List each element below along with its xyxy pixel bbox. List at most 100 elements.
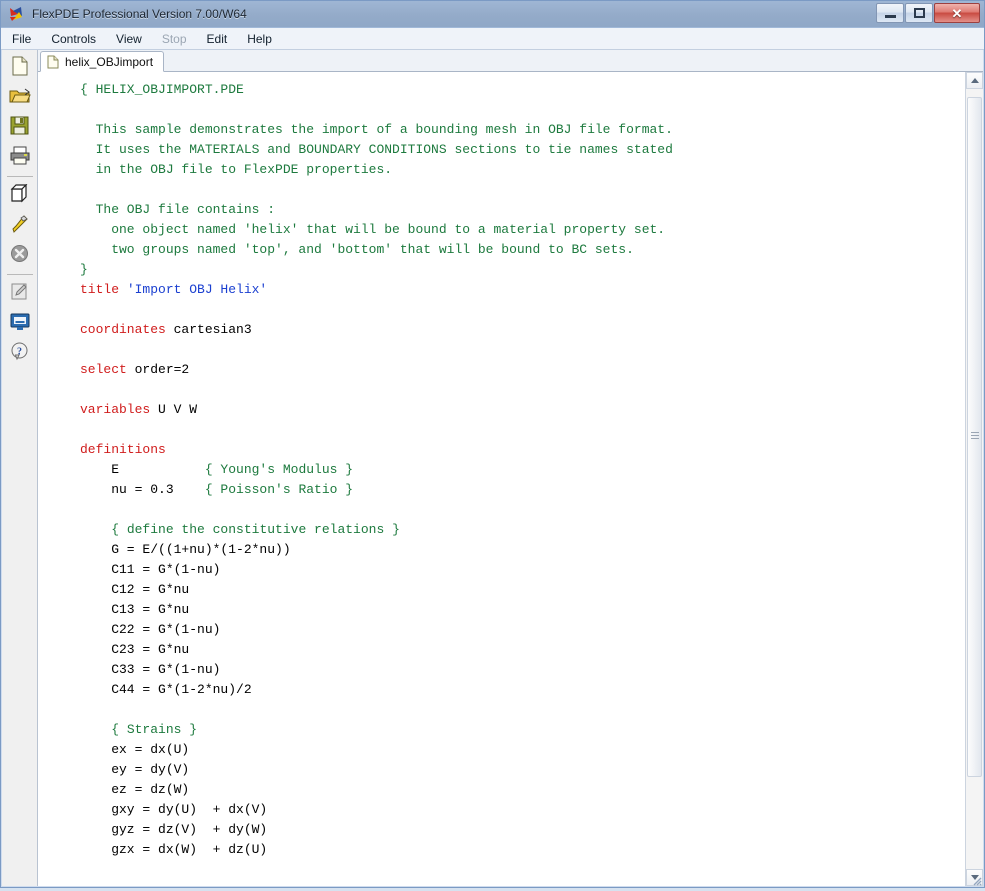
code-token: { HELIX_OBJIMPORT.PDE bbox=[80, 82, 244, 97]
code-line: gxy = dy(U) + dx(V) bbox=[80, 800, 673, 820]
code-line: It uses the MATERIALS and BOUNDARY CONDI… bbox=[80, 140, 673, 160]
save-button[interactable] bbox=[5, 114, 35, 142]
code-token: { define the constitutive relations } bbox=[111, 522, 400, 537]
code-line: ex = dx(U) bbox=[80, 740, 673, 760]
code-token: C12 = G*nu bbox=[80, 582, 189, 597]
open-folder-icon bbox=[9, 87, 31, 110]
print-button[interactable] bbox=[5, 144, 35, 172]
code-token: The OBJ file contains : bbox=[80, 202, 275, 217]
code-token: cartesian3 bbox=[174, 322, 252, 337]
code-line: gyz = dz(V) + dy(W) bbox=[80, 820, 673, 840]
code-token: { Poisson's Ratio } bbox=[205, 482, 353, 497]
code-token: C33 = G*(1-nu) bbox=[80, 662, 220, 677]
code-line: E { Young's Modulus } bbox=[80, 460, 673, 480]
editor-panel: helix_OBJimport { HELIX_OBJIMPORT.PDE Th… bbox=[38, 50, 983, 886]
code-token: variables bbox=[80, 402, 158, 417]
vertical-scrollbar[interactable] bbox=[965, 72, 983, 886]
run-button[interactable] bbox=[5, 212, 35, 240]
code-line bbox=[80, 700, 673, 720]
save-disk-icon bbox=[10, 116, 29, 140]
code-token: ex = dx(U) bbox=[80, 742, 189, 757]
scroll-up-button[interactable] bbox=[966, 72, 983, 89]
toolbar-separator-2 bbox=[7, 274, 33, 275]
stop-button[interactable] bbox=[5, 242, 35, 270]
minimize-icon bbox=[885, 15, 896, 18]
code-line: G = E/((1+nu)*(1-2*nu)) bbox=[80, 540, 673, 560]
resize-grip[interactable] bbox=[970, 873, 982, 885]
domain-review-button[interactable] bbox=[5, 182, 35, 210]
code-line: C44 = G*(1-2*nu)/2 bbox=[80, 680, 673, 700]
tab-label: helix_OBJimport bbox=[65, 55, 153, 69]
code-line bbox=[80, 380, 673, 400]
tab-helix-objimport[interactable]: helix_OBJimport bbox=[40, 51, 164, 72]
close-button[interactable]: ✕ bbox=[934, 3, 980, 23]
help-question-icon: ? bbox=[10, 342, 29, 366]
menu-item-help[interactable]: Help bbox=[238, 30, 281, 48]
left-toolbar: ? bbox=[2, 50, 38, 886]
code-token: U V W bbox=[158, 402, 197, 417]
code-line: { Strains } bbox=[80, 720, 673, 740]
code-line: The OBJ file contains : bbox=[80, 200, 673, 220]
code-content: { HELIX_OBJIMPORT.PDE This sample demons… bbox=[80, 80, 673, 860]
help-button[interactable]: ? bbox=[5, 340, 35, 368]
code-line: coordinates cartesian3 bbox=[80, 320, 673, 340]
toolbar-separator bbox=[7, 176, 33, 177]
code-token: coordinates bbox=[80, 322, 174, 337]
code-token: gzx = dx(W) + dz(U) bbox=[80, 842, 267, 857]
code-token: gxy = dy(U) + dx(V) bbox=[80, 802, 267, 817]
menu-item-file[interactable]: File bbox=[3, 30, 40, 48]
code-token: 'Import OBJ Helix' bbox=[127, 282, 267, 297]
code-line: C23 = G*nu bbox=[80, 640, 673, 660]
code-line bbox=[80, 500, 673, 520]
code-token bbox=[80, 522, 111, 537]
close-icon: ✕ bbox=[952, 7, 963, 20]
code-token: It uses the MATERIALS and BOUNDARY CONDI… bbox=[80, 142, 673, 157]
code-token: in the OBJ file to FlexPDE properties. bbox=[80, 162, 392, 177]
code-token: } bbox=[80, 262, 88, 277]
application-window: FlexPDE Professional Version 7.00/W64 ✕ … bbox=[0, 0, 985, 888]
code-token: This sample demonstrates the import of a… bbox=[80, 122, 673, 137]
code-token: order=2 bbox=[135, 362, 190, 377]
open-file-button[interactable] bbox=[5, 84, 35, 112]
code-token: two groups named 'top', and 'bottom' tha… bbox=[80, 242, 634, 257]
menu-item-stop: Stop bbox=[153, 30, 196, 48]
code-line: C11 = G*(1-nu) bbox=[80, 560, 673, 580]
code-line: C22 = G*(1-nu) bbox=[80, 620, 673, 640]
monitor-icon bbox=[10, 312, 30, 336]
code-line: select order=2 bbox=[80, 360, 673, 380]
scroll-up-icon bbox=[971, 78, 979, 83]
code-line bbox=[80, 340, 673, 360]
code-line: gzx = dx(W) + dz(U) bbox=[80, 840, 673, 860]
code-token: definitions bbox=[80, 442, 166, 457]
minimize-button[interactable] bbox=[876, 3, 904, 23]
svg-text:?: ? bbox=[17, 347, 22, 358]
maximize-button[interactable] bbox=[905, 3, 933, 23]
menu-item-view[interactable]: View bbox=[107, 30, 151, 48]
lightning-run-icon bbox=[10, 214, 30, 239]
edit-pencil-icon bbox=[10, 282, 29, 306]
code-line: { HELIX_OBJIMPORT.PDE bbox=[80, 80, 673, 100]
scrollbar-thumb[interactable] bbox=[967, 97, 982, 777]
menu-item-edit[interactable]: Edit bbox=[198, 30, 237, 48]
code-line bbox=[80, 180, 673, 200]
code-token: C44 = G*(1-2*nu)/2 bbox=[80, 682, 252, 697]
code-token: C22 = G*(1-nu) bbox=[80, 622, 220, 637]
code-line: one object named 'helix' that will be bo… bbox=[80, 220, 673, 240]
code-token: { Young's Modulus } bbox=[205, 462, 353, 477]
code-editor[interactable]: { HELIX_OBJIMPORT.PDE This sample demons… bbox=[38, 72, 965, 886]
code-line: in the OBJ file to FlexPDE properties. bbox=[80, 160, 673, 180]
code-token: ey = dy(V) bbox=[80, 762, 189, 777]
code-line: variables U V W bbox=[80, 400, 673, 420]
code-token: G = E/((1+nu)*(1-2*nu)) bbox=[80, 542, 291, 557]
menu-item-controls[interactable]: Controls bbox=[42, 30, 105, 48]
code-token: { Strains } bbox=[111, 722, 197, 737]
file-icon bbox=[47, 55, 59, 69]
edit-button[interactable] bbox=[5, 280, 35, 308]
new-file-button[interactable] bbox=[5, 54, 35, 82]
code-token: C13 = G*nu bbox=[80, 602, 189, 617]
code-token: C11 = G*(1-nu) bbox=[80, 562, 220, 577]
code-line: C13 = G*nu bbox=[80, 600, 673, 620]
scrollbar-grip-icon bbox=[971, 432, 979, 442]
code-line: C33 = G*(1-nu) bbox=[80, 660, 673, 680]
display-button[interactable] bbox=[5, 310, 35, 338]
